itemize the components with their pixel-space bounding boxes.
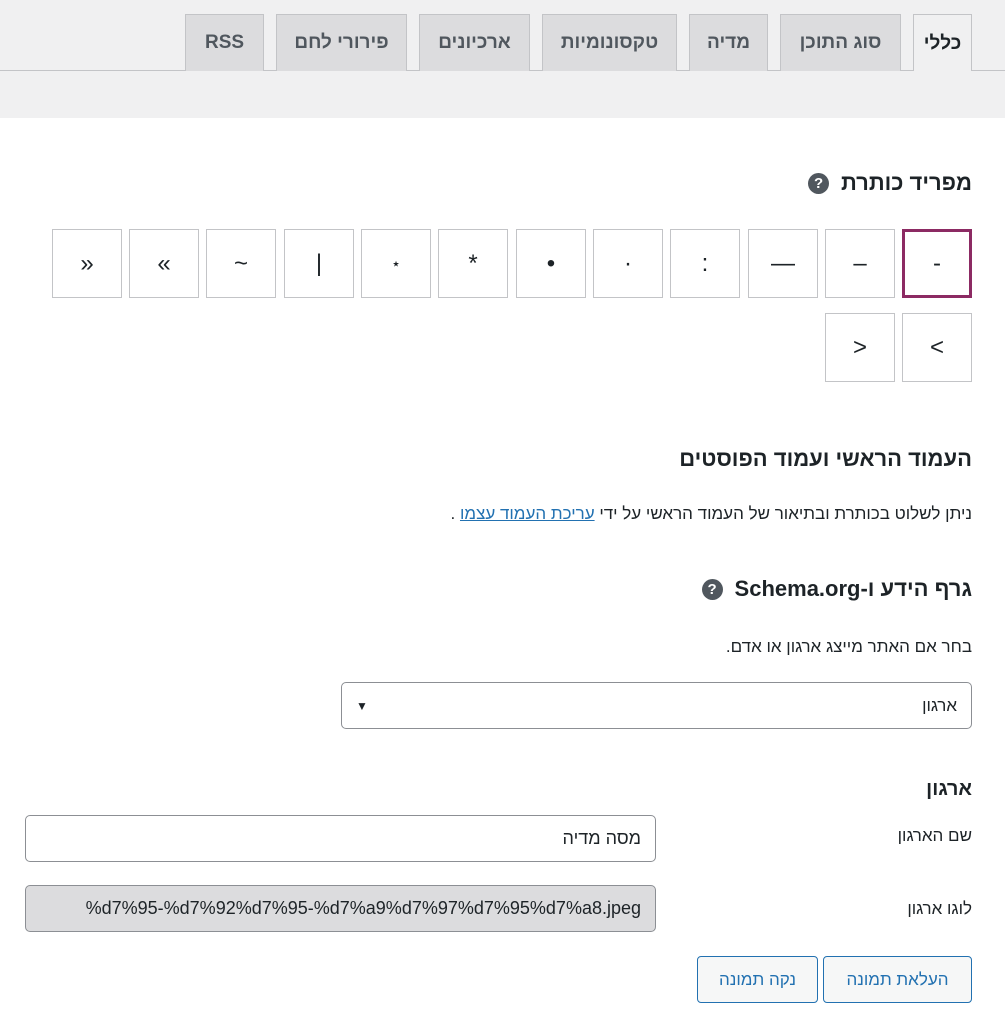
separator-option-low-asterisk[interactable]: ⋆ <box>361 229 431 298</box>
organization-logo-label: לוגו ארגון <box>907 899 972 918</box>
separator-option-middle-dot[interactable]: · <box>593 229 663 298</box>
homepage-section-title: העמוד הראשי ועמוד הפוסטים <box>679 446 972 471</box>
separator-option-greater-than[interactable]: > <box>902 313 972 382</box>
chevron-down-icon: ▼ <box>356 698 368 713</box>
site-represents-select[interactable]: ארגון ▼ <box>341 682 972 729</box>
separator-option-en-dash[interactable]: – <box>825 229 895 298</box>
separator-option-asterisk[interactable]: * <box>438 229 508 298</box>
clear-image-button[interactable]: נקה תמונה <box>697 956 818 1003</box>
help-icon[interactable]: ? <box>701 578 723 600</box>
homepage-description-text: ניתן לשלוט בכותרת ובתיאור של העמוד הראשי… <box>599 504 972 523</box>
separator-option-laquo[interactable]: « <box>52 229 122 298</box>
tab-taxonomies[interactable]: טקסונומיות <box>542 14 677 71</box>
organization-section-title: ארגון <box>926 778 972 800</box>
tab-breadcrumbs[interactable]: פירורי לחם <box>276 14 407 71</box>
separator-option-hyphen[interactable]: - <box>902 229 972 298</box>
edit-homepage-link[interactable]: עריכת העמוד עצמו <box>460 504 595 523</box>
schema-heading: גרף הידע ו-Schema.org ? <box>701 576 972 602</box>
settings-tab-bar: כללי סוג התוכן מדיה טקסונומיות ארכיונים … <box>0 0 1005 72</box>
help-icon[interactable]: ? <box>808 172 830 194</box>
schema-instruction: בחר אם האתר מייצג ארגון או אדם. <box>725 637 972 656</box>
tab-content-types[interactable]: סוג התוכן <box>780 14 901 71</box>
schema-section-title: גרף הידע ו-Schema.org <box>734 576 972 601</box>
logo-url-value: %d7%95-%d7%92%d7%95-%d7%a9%d7%97%d7%95%d… <box>85 898 641 918</box>
separator-option-raquo[interactable]: » <box>129 229 199 298</box>
separator-option-less-than[interactable]: < <box>825 313 895 382</box>
separator-option-em-dash[interactable]: — <box>748 229 818 298</box>
homepage-description-end: . <box>450 504 456 523</box>
organization-name-label: שם הארגון <box>897 826 972 845</box>
organization-logo-url-input[interactable]: %d7%95-%d7%92%d7%95-%d7%a9%d7%97%d7%95%d… <box>25 885 656 932</box>
organization-name-input[interactable]: מסה מדיה <box>25 815 656 862</box>
separator-option-tilde[interactable]: ~ <box>206 229 276 298</box>
tab-rss[interactable]: RSS <box>185 14 264 71</box>
title-separator-title: מפריד כותרת <box>841 170 972 195</box>
title-separator-heading: מפריד כותרת ? <box>808 170 972 196</box>
homepage-description: ניתן לשלוט בכותרת ובתיאור של העמוד הראשי… <box>451 504 972 524</box>
tab-archives[interactable]: ארכיונים <box>419 14 530 71</box>
upload-image-button[interactable]: העלאת תמונה <box>823 956 972 1003</box>
tab-gap <box>0 71 1005 118</box>
settings-panel: מפריד כותרת ? - – — : · • * ⋆ | ~ » « > … <box>0 118 1005 1024</box>
separator-option-bullet[interactable]: • <box>516 229 586 298</box>
tab-media[interactable]: מדיה <box>689 14 768 71</box>
tab-general[interactable]: כללי <box>913 14 972 72</box>
select-value: ארגון <box>922 695 957 715</box>
separator-option-pipe[interactable]: | <box>284 229 354 298</box>
separator-option-colon[interactable]: : <box>670 229 740 298</box>
